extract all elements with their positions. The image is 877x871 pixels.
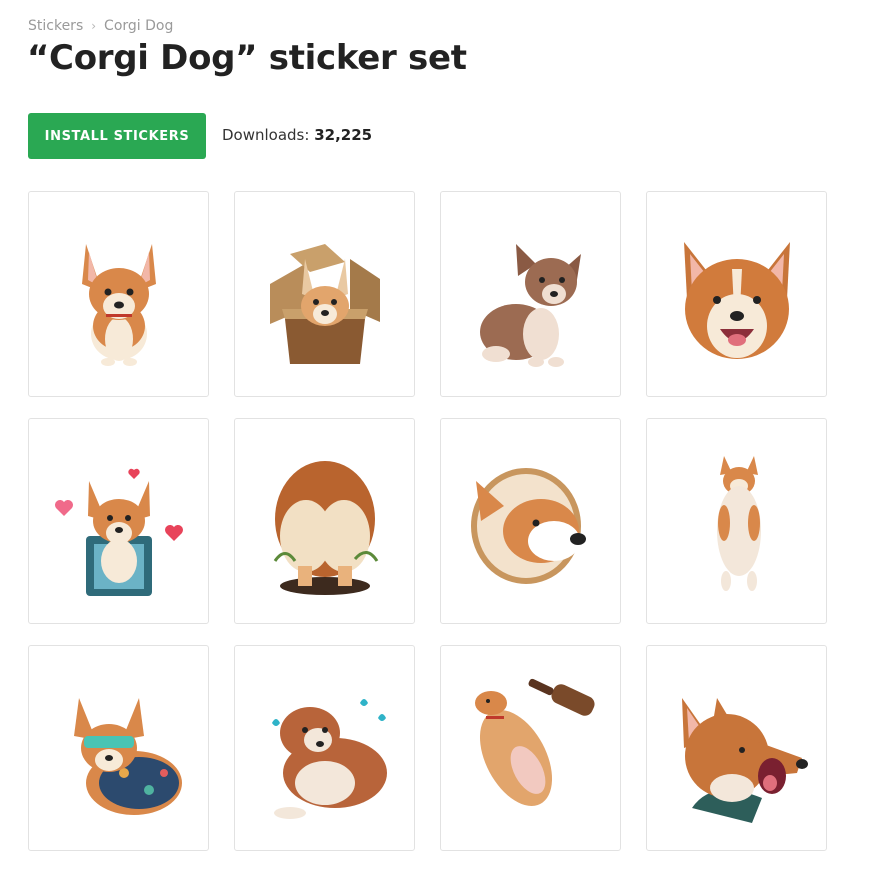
downloads-count: 32,225 [314,126,373,144]
corgi-bread-sticker [470,468,586,584]
corgi-yawning-sticker [681,698,808,823]
chevron-right-icon: › [91,19,97,33]
corgi-hearts-sticker [54,468,183,596]
corgi-sitting-sticker [81,244,156,366]
sticker-card[interactable] [234,418,415,624]
sticker-card[interactable] [28,645,209,851]
corgi-crying-sticker [271,699,387,819]
corgi-in-box-sticker [269,244,380,364]
corgi-sunglasses-sticker [73,698,182,815]
sticker-card[interactable] [234,645,415,851]
corgi-puppy-brown-sticker [479,244,581,367]
corgi-smiling-face-sticker [683,242,790,359]
corgi-bottle-sticker [474,678,595,807]
corgi-butt-sticker [273,461,378,595]
sticker-card[interactable] [440,191,621,397]
page-title: “Corgi Dog” sticker set [27,38,467,78]
install-stickers-button[interactable]: INSTALL STICKERS [28,113,206,159]
breadcrumb-current: Corgi Dog [104,18,174,34]
sticker-card[interactable] [28,418,209,624]
sticker-card[interactable] [646,418,827,624]
sticker-card[interactable] [646,645,827,851]
breadcrumb: Stickers › Corgi Dog [28,18,173,34]
sticker-card[interactable] [440,418,621,624]
corgi-lying-back-sticker [716,456,761,591]
downloads-info: Downloads: 32,225 [222,126,372,144]
sticker-card[interactable] [646,191,827,397]
breadcrumb-link-stickers[interactable]: Stickers [28,18,83,34]
sticker-card[interactable] [28,191,209,397]
downloads-label: Downloads: [222,126,310,144]
sticker-card[interactable] [234,191,415,397]
sticker-card[interactable] [440,645,621,851]
